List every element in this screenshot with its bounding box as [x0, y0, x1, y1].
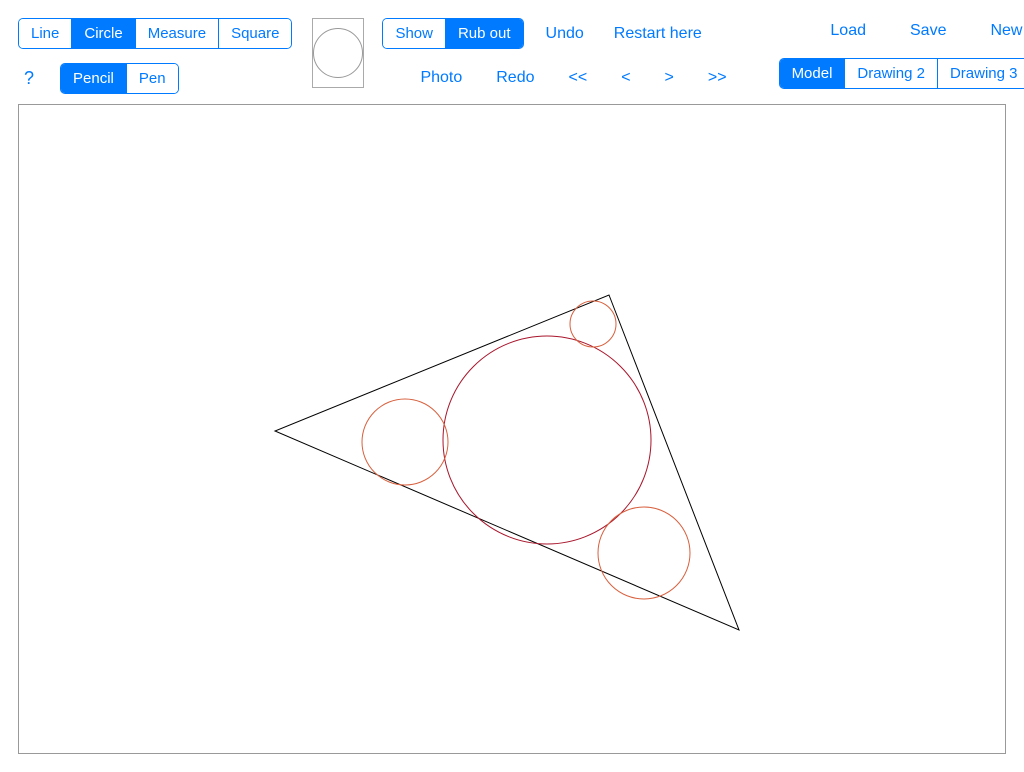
mid-row-2: Photo Redo << < > >>	[382, 65, 734, 91]
right-column: Load Save New Model Drawing 2 Drawing 3	[779, 18, 1024, 89]
canvas[interactable]	[18, 104, 1006, 754]
line-tool-button[interactable]: Line	[19, 19, 72, 48]
circle-shape	[570, 301, 616, 347]
restart-button[interactable]: Restart here	[606, 21, 710, 47]
model-button[interactable]: Model	[780, 59, 846, 88]
pencil-button[interactable]: Pencil	[61, 64, 127, 93]
pen-button[interactable]: Pen	[127, 64, 178, 93]
drawing2-button[interactable]: Drawing 2	[845, 59, 938, 88]
left-column: Line Circle Measure Square ? Pencil Pen	[18, 18, 292, 94]
preview-box	[312, 18, 364, 88]
next-button[interactable]: >	[657, 65, 682, 91]
nav-arrows: << < > >>	[561, 65, 735, 91]
rubout-button[interactable]: Rub out	[446, 19, 523, 48]
mid-column: Show Rub out Undo Restart here Photo Red…	[382, 18, 734, 91]
square-tool-button[interactable]: Square	[219, 19, 291, 48]
new-button[interactable]: New	[982, 18, 1024, 44]
style-group: Pencil Pen	[60, 63, 179, 94]
view-row: Model Drawing 2 Drawing 3	[779, 58, 1024, 89]
last-button[interactable]: >>	[700, 65, 735, 91]
save-button[interactable]: Save	[902, 18, 954, 44]
load-button[interactable]: Load	[822, 18, 874, 44]
canvas-wrap	[0, 104, 1024, 772]
first-button[interactable]: <<	[561, 65, 596, 91]
toolbar: Line Circle Measure Square ? Pencil Pen …	[0, 0, 1024, 104]
triangle-shape	[275, 295, 739, 630]
measure-tool-button[interactable]: Measure	[136, 19, 219, 48]
undo-button[interactable]: Undo	[538, 21, 592, 47]
file-row: Load Save New	[779, 18, 1024, 44]
redo-button[interactable]: Redo	[488, 65, 542, 91]
show-group: Show Rub out	[382, 18, 523, 49]
left-row-2: ? Pencil Pen	[18, 63, 292, 94]
view-group: Model Drawing 2 Drawing 3	[779, 58, 1024, 89]
photo-button[interactable]: Photo	[412, 65, 470, 91]
drawing-svg	[19, 105, 1007, 755]
tool-group: Line Circle Measure Square	[18, 18, 292, 49]
circles-group	[362, 301, 690, 599]
circle-shape	[443, 336, 651, 544]
circle-shape	[362, 399, 448, 485]
circle-tool-button[interactable]: Circle	[72, 19, 135, 48]
help-button[interactable]: ?	[18, 68, 40, 89]
drawing3-button[interactable]: Drawing 3	[938, 59, 1024, 88]
circle-icon	[313, 28, 363, 78]
mid-row-1: Show Rub out Undo Restart here	[382, 18, 734, 49]
show-button[interactable]: Show	[383, 19, 446, 48]
prev-button[interactable]: <	[613, 65, 638, 91]
circle-shape	[598, 507, 690, 599]
